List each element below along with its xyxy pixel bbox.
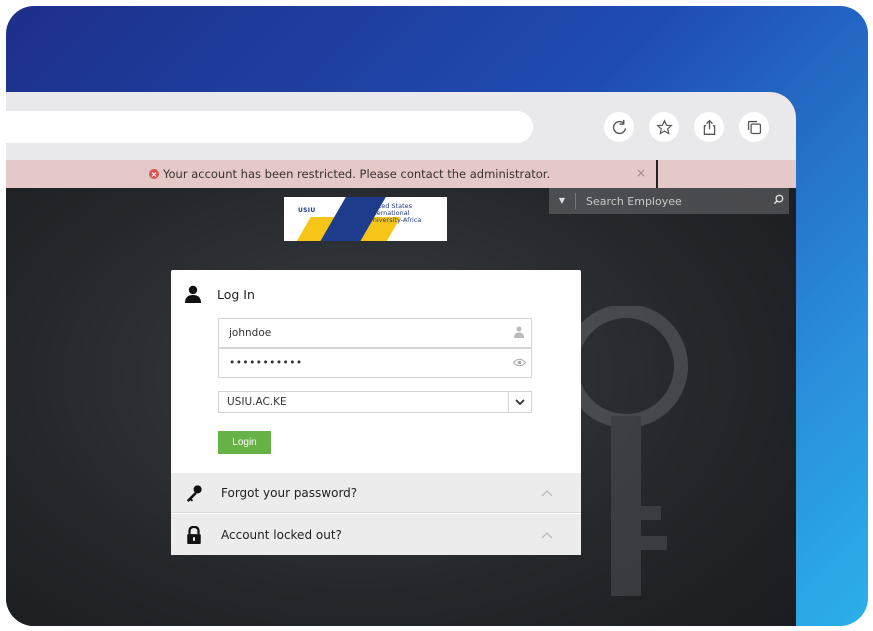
browser-toolbar bbox=[6, 92, 796, 160]
reload-icon bbox=[612, 119, 626, 134]
share-button[interactable] bbox=[694, 112, 724, 142]
bookmark-star-icon bbox=[655, 118, 673, 135]
password-field[interactable]: ••••••••••• bbox=[218, 348, 532, 378]
forgot-password-section[interactable]: Forgot your password? bbox=[171, 473, 581, 513]
restriction-alert: Your account has been restricted. Please… bbox=[6, 160, 796, 188]
divider bbox=[656, 160, 658, 188]
user-icon bbox=[185, 285, 201, 303]
reload-button[interactable] bbox=[604, 112, 634, 142]
search-dropdown-icon[interactable]: ▼ bbox=[549, 193, 576, 209]
tabs-button[interactable] bbox=[739, 112, 769, 142]
chevron-up-icon bbox=[541, 528, 581, 542]
alert-message: Your account has been restricted. Please… bbox=[163, 167, 551, 181]
account-locked-section[interactable]: Account locked out? bbox=[171, 514, 581, 555]
lock-icon bbox=[187, 525, 201, 544]
share-icon bbox=[703, 119, 715, 135]
login-page: ▼ USIU United States International Unive… bbox=[6, 188, 796, 626]
usiu-logo: USIU United States International Univers… bbox=[284, 197, 447, 241]
employee-search: ▼ bbox=[549, 188, 789, 214]
alert-close-button[interactable]: × bbox=[636, 166, 646, 180]
chevron-down-icon bbox=[508, 392, 531, 412]
username-field[interactable]: johndoe bbox=[218, 318, 532, 348]
browser-window: Your account has been restricted. Please… bbox=[6, 92, 796, 626]
login-button[interactable]: Login bbox=[218, 431, 271, 454]
search-icon[interactable] bbox=[767, 194, 789, 208]
background-key-illustration bbox=[566, 306, 688, 596]
key-icon bbox=[186, 484, 202, 502]
domain-select[interactable]: USIU.AC.KE bbox=[218, 391, 532, 413]
tabs-icon bbox=[747, 120, 761, 134]
desktop-frame: Your account has been restricted. Please… bbox=[6, 6, 868, 626]
show-password-eye-icon[interactable] bbox=[507, 357, 531, 370]
search-input[interactable] bbox=[576, 193, 767, 209]
address-bar[interactable] bbox=[6, 111, 533, 143]
login-heading: Log In bbox=[217, 286, 255, 302]
bookmark-button[interactable] bbox=[649, 112, 679, 142]
error-icon bbox=[149, 169, 159, 179]
user-field-icon bbox=[507, 326, 531, 341]
login-card: Log In johndoe ••••••••••• USIU.AC.KE Lo… bbox=[171, 270, 581, 555]
chevron-up-icon bbox=[541, 486, 581, 500]
